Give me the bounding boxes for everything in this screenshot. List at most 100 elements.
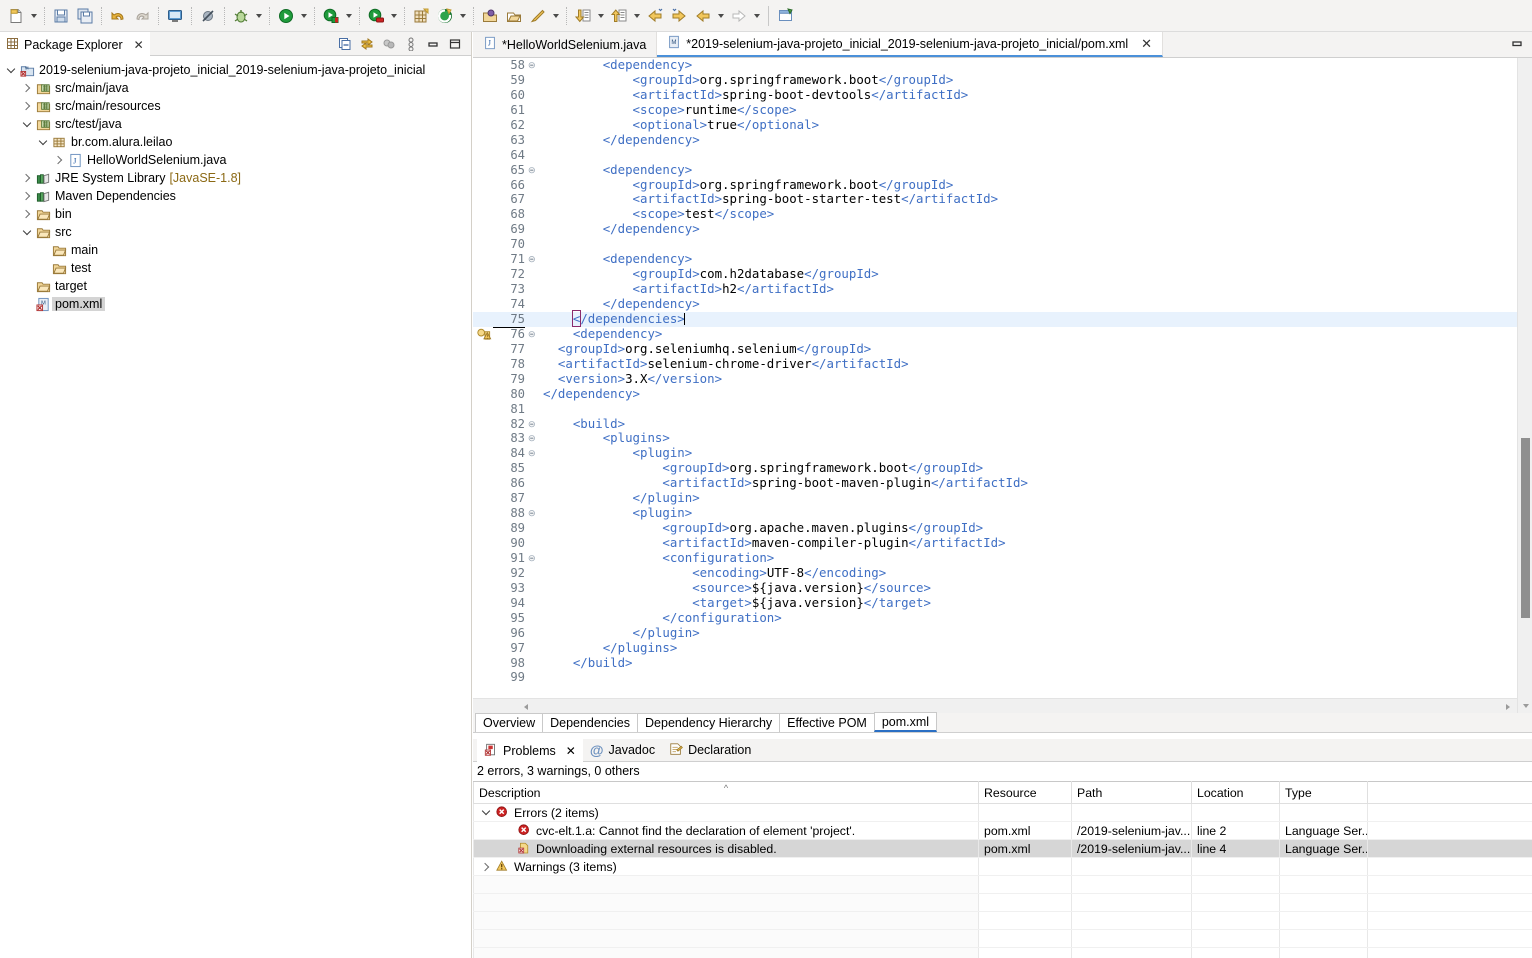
code-line[interactable]: 58 <dependency> [473,58,1532,73]
code-line[interactable]: 66 <groupId>org.springframework.boot</gr… [473,177,1532,193]
code-line[interactable]: 94 <target>${java.version}</target> [473,595,1532,611]
code-line[interactable]: 91 <configuration> [473,550,1532,566]
code-line[interactable]: 61 <scope>runtime</scope> [473,102,1532,118]
problems-table-row[interactable]: cvc-elt.1.a: Cannot find the declaration… [473,821,1532,840]
expand-chevron-icon[interactable] [20,170,34,186]
problems-column-header[interactable]: Path [1071,781,1192,804]
coverage-dropdown-icon[interactable] [343,4,355,28]
code-line[interactable]: 68 <scope>test</scope> [473,206,1532,222]
debug-dropdown-icon[interactable] [253,4,265,28]
quick-fix-dropdown-icon[interactable] [550,4,562,28]
new-java-package-icon[interactable] [409,4,433,28]
expand-chevron-icon[interactable] [479,806,493,816]
save-all-icon[interactable] [73,4,97,28]
expand-chevron-icon[interactable] [36,134,50,150]
fold-collapse-icon[interactable] [527,417,539,432]
code-line[interactable]: 72 <groupId>com.h2database</groupId> [473,266,1532,282]
scroll-left-icon[interactable] [518,699,533,713]
code-line[interactable]: 80 </dependency> [473,386,1532,402]
problems-view-tab[interactable]: @ Javadoc [583,739,662,762]
fold-collapse-icon[interactable] [527,551,539,566]
code-line[interactable]: 84 <plugin> [473,445,1532,461]
forward-dropdown-icon[interactable] [751,4,763,28]
project-tree[interactable]: M 2019-selenium-java-projeto_inicial_2019… [0,56,471,313]
fold-collapse-icon[interactable] [527,252,539,267]
code-line[interactable]: 81 [473,402,1532,417]
close-icon[interactable]: ✕ [566,744,576,758]
tree-item[interactable]: bin [0,205,471,223]
code-line[interactable]: 63 </dependency> [473,132,1532,148]
undo-icon[interactable] [106,4,130,28]
editor-tab[interactable]: M *2019-selenium-java-projeto_inicial_201… [657,32,1164,57]
code-line[interactable]: 75 </dependencies> [473,309,1532,328]
tree-item[interactable]: src/test/java [0,115,471,133]
forward-history-icon[interactable] [667,4,691,28]
code-line[interactable]: 77 <groupId>org.seleniumhq.selenium</gro… [473,341,1532,357]
code-line[interactable]: 88 <plugin> [473,505,1532,521]
expand-chevron-icon[interactable] [20,188,34,204]
code-line[interactable]: 96 </plugin> [473,625,1532,641]
previous-annotation-icon[interactable] [607,4,631,28]
back-dropdown-icon[interactable] [715,4,727,28]
run-dropdown-icon[interactable] [298,4,310,28]
code-line[interactable]: 99 [473,670,1532,685]
code-line[interactable]: 83 <plugins> [473,430,1532,446]
external-tools-icon[interactable] [433,4,457,28]
back-history-icon[interactable] [643,4,667,28]
code-line[interactable]: 87 </plugin> [473,490,1532,506]
debug-icon[interactable] [229,4,253,28]
open-type-icon[interactable] [478,4,502,28]
editor-vertical-scrollbar[interactable] [1517,58,1532,713]
problems-view-tab[interactable]: Declaration [662,739,758,762]
new-window-icon[interactable] [774,4,798,28]
code-line[interactable]: 78 <artifactId>selenium-chrome-driver</a… [473,356,1532,372]
scroll-right-icon[interactable] [1500,699,1515,713]
code-line[interactable]: 90 <artifactId>maven-compiler-plugin</ar… [473,535,1532,551]
problems-view-tab[interactable]: Problems ✕ [477,738,583,762]
tree-item[interactable]: JRE System Library [JavaSE-1.8] [0,169,471,187]
code-line[interactable]: 60 <artifactId>spring-boot-devtools</art… [473,87,1532,103]
pom-form-tab[interactable]: Overview [475,713,544,732]
tree-item[interactable]: target [0,277,471,295]
code-line[interactable]: 82 <build> [473,416,1532,432]
new-icon[interactable] [4,4,28,28]
collapse-all-icon[interactable] [335,34,355,54]
problems-column-header[interactable]: Type [1279,781,1368,804]
pom-form-tab[interactable]: Dependencies [542,713,639,732]
open-task-icon[interactable] [502,4,526,28]
problems-column-header[interactable]: Description ^ [473,781,979,804]
close-tab-icon[interactable]: ✕ [1141,36,1152,52]
fold-collapse-icon[interactable] [527,446,539,461]
tree-item[interactable]: M 2019-selenium-java-projeto_inicial_2019… [0,61,471,79]
code-line[interactable]: 85 <groupId>org.springframework.boot</gr… [473,460,1532,476]
console-icon[interactable] [163,4,187,28]
next-annotation-icon[interactable] [571,4,595,28]
tree-item[interactable]: br.com.alura.leilao [0,133,471,151]
problems-column-header[interactable]: Location [1191,781,1280,804]
expand-chevron-icon[interactable] [20,224,34,240]
run-last-dropdown-icon[interactable] [388,4,400,28]
view-menu-icon[interactable] [401,34,421,54]
save-icon[interactable] [49,4,73,28]
close-icon[interactable]: ✕ [134,38,144,52]
coverage-icon[interactable] [319,4,343,28]
code-line[interactable]: 69 </dependency> [473,221,1532,237]
expand-chevron-icon[interactable] [20,206,34,222]
tree-item[interactable]: main [0,241,471,259]
run-last-icon[interactable] [364,4,388,28]
pom-form-tab[interactable]: pom.xml [873,712,938,732]
code-line[interactable]: 59 <groupId>org.springframework.boot</gr… [473,72,1532,88]
minimize-view-icon[interactable] [423,34,443,54]
vertical-scrollbar-thumb[interactable] [1521,438,1530,618]
run-icon[interactable] [274,4,298,28]
next-annotation-dropdown-icon[interactable] [595,4,607,28]
problems-table-body[interactable]: Errors (2 items) cvc-elt.1.a: Cannot find… [473,803,1532,958]
previous-annotation-dropdown-icon[interactable] [631,4,643,28]
expand-chevron-icon[interactable] [20,80,34,96]
fold-collapse-icon[interactable] [527,506,539,521]
redo-icon[interactable] [130,4,154,28]
code-line[interactable]: 86 <artifactId>spring-boot-maven-plugin<… [473,475,1532,491]
fold-collapse-icon[interactable] [527,58,539,73]
fold-collapse-icon[interactable] [527,327,539,342]
code-line[interactable]: 71 <dependency> [473,251,1532,267]
